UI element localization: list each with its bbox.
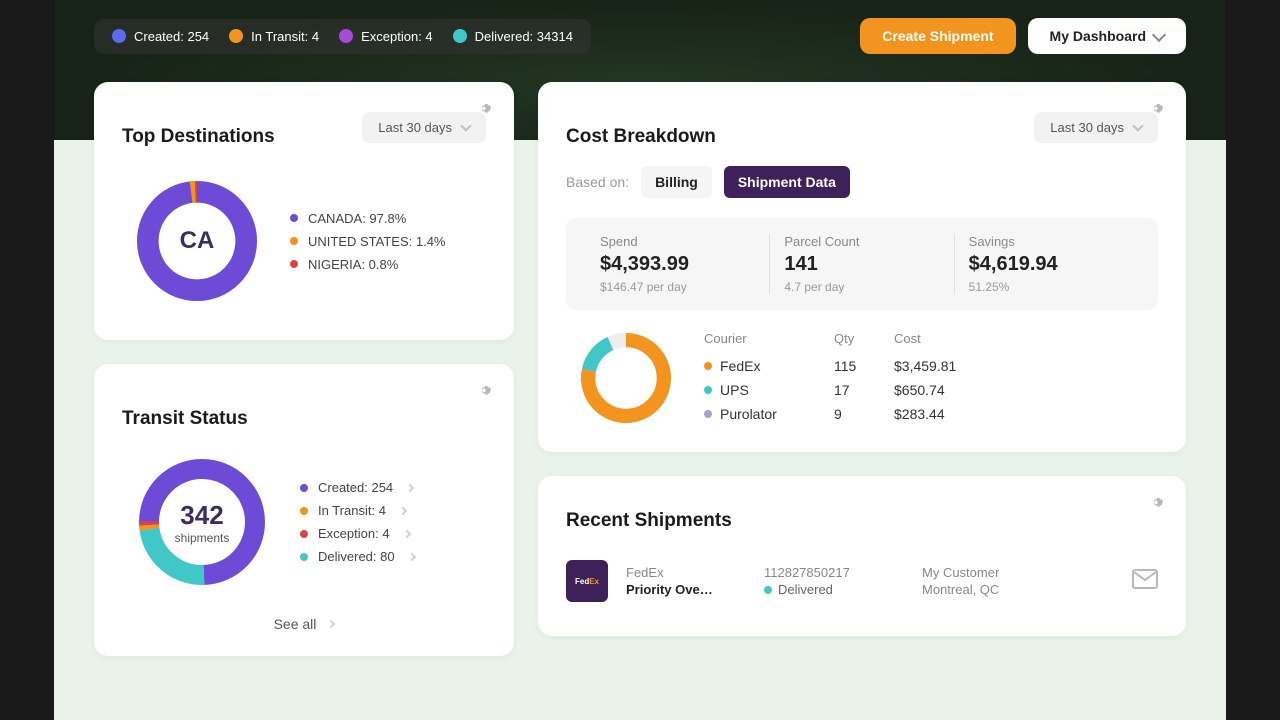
th-qty: Qty bbox=[834, 331, 894, 346]
transit-status-card: Transit Status 342 shipments bbox=[94, 364, 514, 656]
dot-icon bbox=[704, 362, 712, 370]
stat-label: Delivered: 34314 bbox=[475, 29, 573, 44]
courier-name: FedEx bbox=[626, 565, 746, 580]
dot-icon bbox=[300, 530, 308, 538]
stat-created[interactable]: Created: 254 bbox=[112, 29, 209, 44]
chevron-down-icon bbox=[1152, 27, 1166, 41]
tracking-number: 112827850217 bbox=[764, 565, 904, 580]
transit-legend: Created: 254 In Transit: 4 Exception: 4 … bbox=[300, 480, 415, 564]
status-summary-pills: Created: 254 In Transit: 4 Exception: 4 … bbox=[94, 19, 591, 54]
metric-savings: Savings $4,619.94 51.25% bbox=[955, 234, 1138, 294]
dot-icon bbox=[704, 386, 712, 394]
destinations-legend: CANADA: 97.8% UNITED STATES: 1.4% NIGERI… bbox=[290, 211, 446, 272]
card-title: Cost Breakdown bbox=[566, 126, 716, 148]
donut-sublabel: shipments bbox=[175, 531, 230, 545]
gear-icon[interactable] bbox=[476, 382, 496, 402]
period-selector[interactable]: Last 30 days bbox=[362, 112, 486, 143]
chevron-right-icon bbox=[406, 483, 414, 491]
dot-icon bbox=[112, 29, 126, 43]
chevron-down-icon bbox=[1132, 120, 1143, 131]
dot-icon bbox=[290, 237, 298, 245]
tab-billing[interactable]: Billing bbox=[641, 166, 712, 198]
legend-item[interactable]: Created: 254 bbox=[300, 480, 415, 495]
chevron-right-icon bbox=[407, 552, 415, 560]
chevron-down-icon bbox=[460, 120, 471, 131]
location-label: Montreal, QC bbox=[922, 582, 999, 597]
dot-icon bbox=[290, 260, 298, 268]
legend-item[interactable]: In Transit: 4 bbox=[300, 503, 415, 518]
donut-count: 342 bbox=[180, 500, 223, 531]
see-all-link[interactable]: See all bbox=[122, 602, 486, 632]
table-row[interactable]: Purolator 9 $283.44 bbox=[704, 402, 1148, 426]
stat-exception[interactable]: Exception: 4 bbox=[339, 29, 433, 44]
metrics-row: Spend $4,393.99 $146.47 per day Parcel C… bbox=[566, 218, 1158, 310]
create-shipment-button[interactable]: Create Shipment bbox=[860, 18, 1015, 54]
stat-label: In Transit: 4 bbox=[251, 29, 319, 44]
recent-shipments-card: Recent Shipments FedEx FedEx Priority Ov… bbox=[538, 476, 1186, 636]
top-destinations-card: Top Destinations Last 30 days CA CANADA:… bbox=[94, 82, 514, 340]
table-row[interactable]: FedEx 115 $3,459.81 bbox=[704, 354, 1148, 378]
th-cost: Cost bbox=[894, 331, 1148, 346]
dot-icon bbox=[229, 29, 243, 43]
dot-icon bbox=[300, 484, 308, 492]
card-title: Top Destinations bbox=[122, 126, 275, 148]
based-on-label: Based on: bbox=[566, 174, 629, 190]
mail-icon[interactable] bbox=[1132, 569, 1158, 594]
card-title: Recent Shipments bbox=[566, 510, 1158, 532]
stat-delivered[interactable]: Delivered: 34314 bbox=[453, 29, 573, 44]
transit-donut-chart: 342 shipments bbox=[132, 452, 272, 592]
tab-shipment-data[interactable]: Shipment Data bbox=[724, 166, 850, 198]
legend-item[interactable]: UNITED STATES: 1.4% bbox=[290, 234, 446, 249]
gear-icon[interactable] bbox=[1148, 100, 1168, 120]
dot-icon bbox=[300, 507, 308, 515]
status-label: Delivered bbox=[778, 582, 833, 597]
metric-spend: Spend $4,393.99 $146.47 per day bbox=[586, 234, 770, 294]
chevron-right-icon bbox=[327, 620, 335, 628]
cost-breakdown-card: Cost Breakdown Last 30 days Based on: Bi… bbox=[538, 82, 1186, 452]
courier-donut-chart bbox=[576, 328, 676, 428]
dot-icon bbox=[704, 410, 712, 418]
stat-label: Created: 254 bbox=[134, 29, 209, 44]
donut-center-label: CA bbox=[180, 227, 215, 255]
dot-icon bbox=[339, 29, 353, 43]
period-selector[interactable]: Last 30 days bbox=[1034, 112, 1158, 143]
service-name: Priority Ove… bbox=[626, 582, 746, 597]
dot-icon bbox=[290, 214, 298, 222]
chevron-right-icon bbox=[402, 529, 410, 537]
status-dot-icon bbox=[764, 586, 772, 594]
gear-icon[interactable] bbox=[1148, 494, 1168, 514]
dot-icon bbox=[300, 553, 308, 561]
top-bar: Created: 254 In Transit: 4 Exception: 4 … bbox=[94, 18, 1186, 54]
courier-badge: FedEx bbox=[566, 560, 608, 602]
legend-item[interactable]: NIGERIA: 0.8% bbox=[290, 257, 446, 272]
customer-name: My Customer bbox=[922, 565, 999, 580]
table-row[interactable]: UPS 17 $650.74 bbox=[704, 378, 1148, 402]
th-courier: Courier bbox=[704, 331, 834, 346]
destinations-donut-chart: CA bbox=[132, 176, 262, 306]
stat-in-transit[interactable]: In Transit: 4 bbox=[229, 29, 319, 44]
gear-icon[interactable] bbox=[476, 100, 496, 120]
shipment-row[interactable]: FedEx FedEx Priority Ove… 112827850217 D… bbox=[566, 550, 1158, 612]
courier-table: Courier Qty Cost FedEx 115 $3,459.81 UPS… bbox=[704, 331, 1148, 426]
metric-parcel-count: Parcel Count 141 4.7 per day bbox=[770, 234, 954, 294]
legend-item[interactable]: Exception: 4 bbox=[300, 526, 415, 541]
stat-label: Exception: 4 bbox=[361, 29, 433, 44]
legend-item[interactable]: CANADA: 97.8% bbox=[290, 211, 446, 226]
dot-icon bbox=[453, 29, 467, 43]
legend-item[interactable]: Delivered: 80 bbox=[300, 549, 415, 564]
card-title: Transit Status bbox=[122, 408, 486, 430]
my-dashboard-button[interactable]: My Dashboard bbox=[1028, 18, 1186, 54]
chevron-right-icon bbox=[399, 506, 407, 514]
